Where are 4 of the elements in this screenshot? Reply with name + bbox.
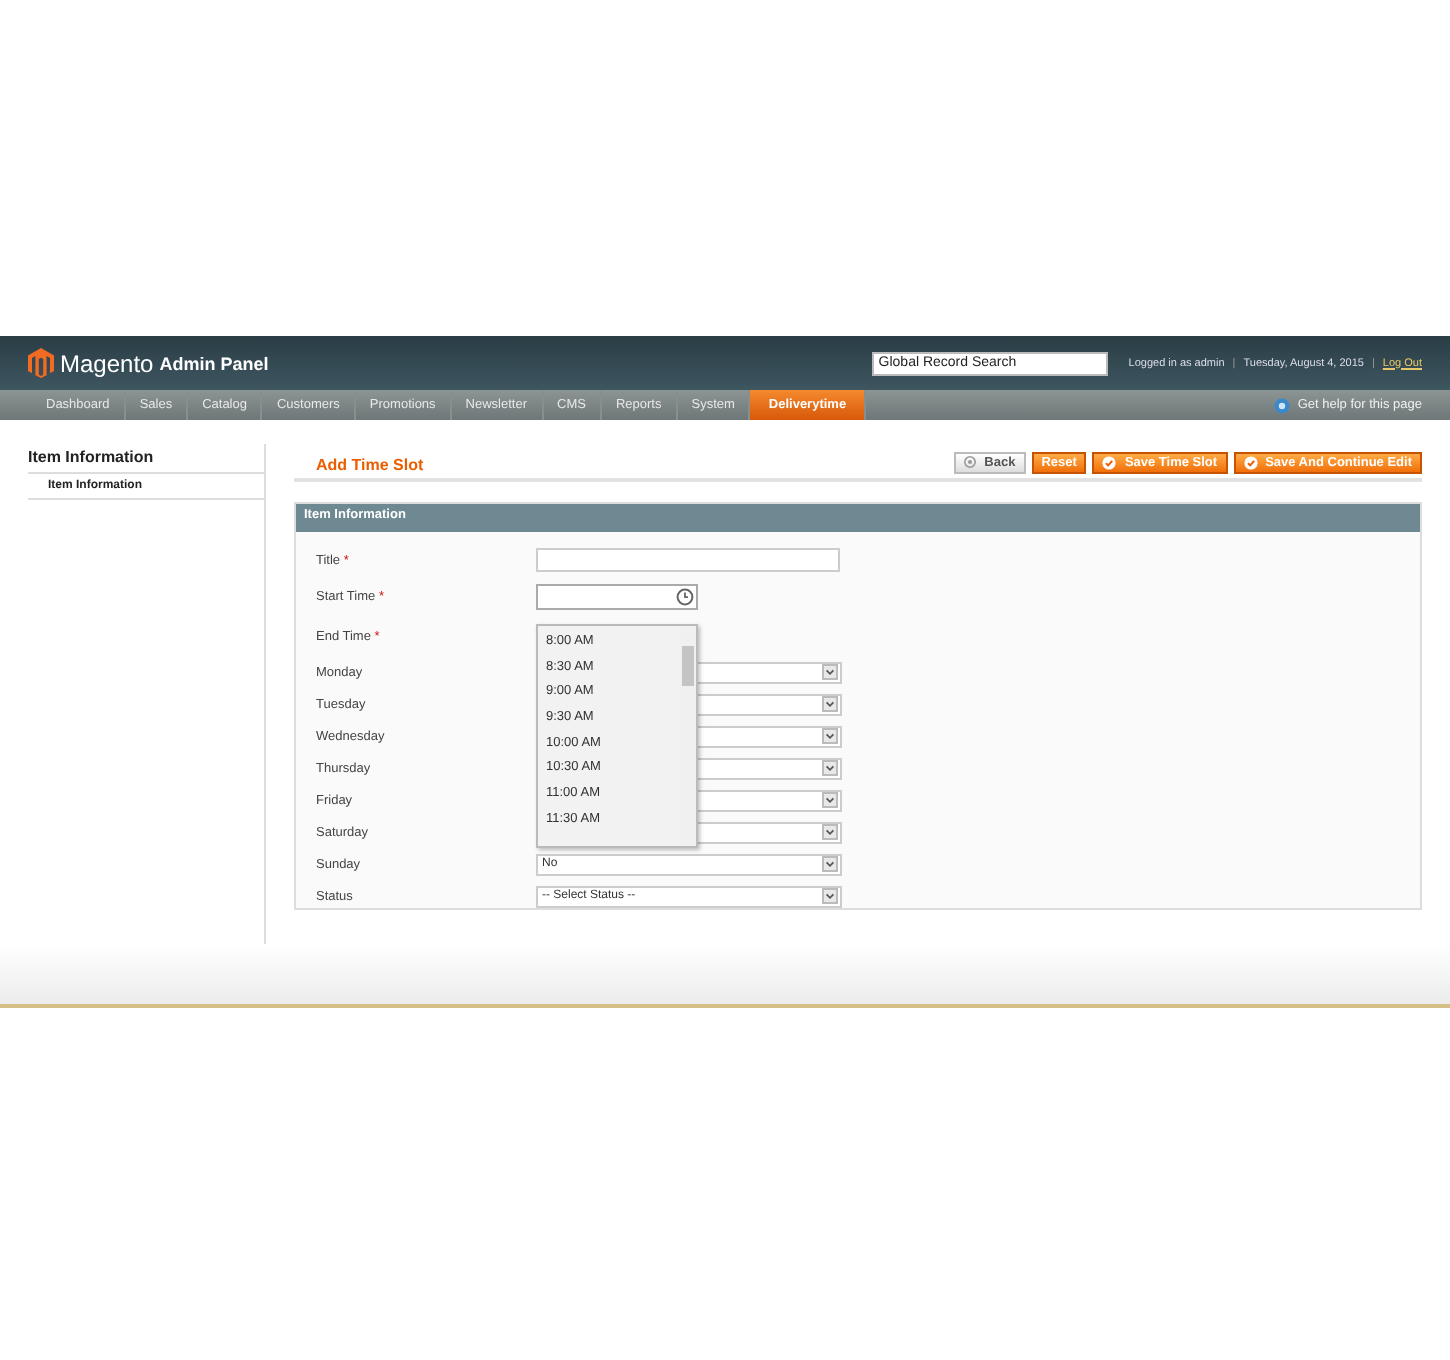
page-title: Add Time Slot	[316, 454, 424, 474]
logo-subtitle: Admin Panel	[159, 353, 269, 373]
logo-text: Magento	[60, 349, 154, 377]
sidebar-title: Item Information	[28, 444, 264, 474]
